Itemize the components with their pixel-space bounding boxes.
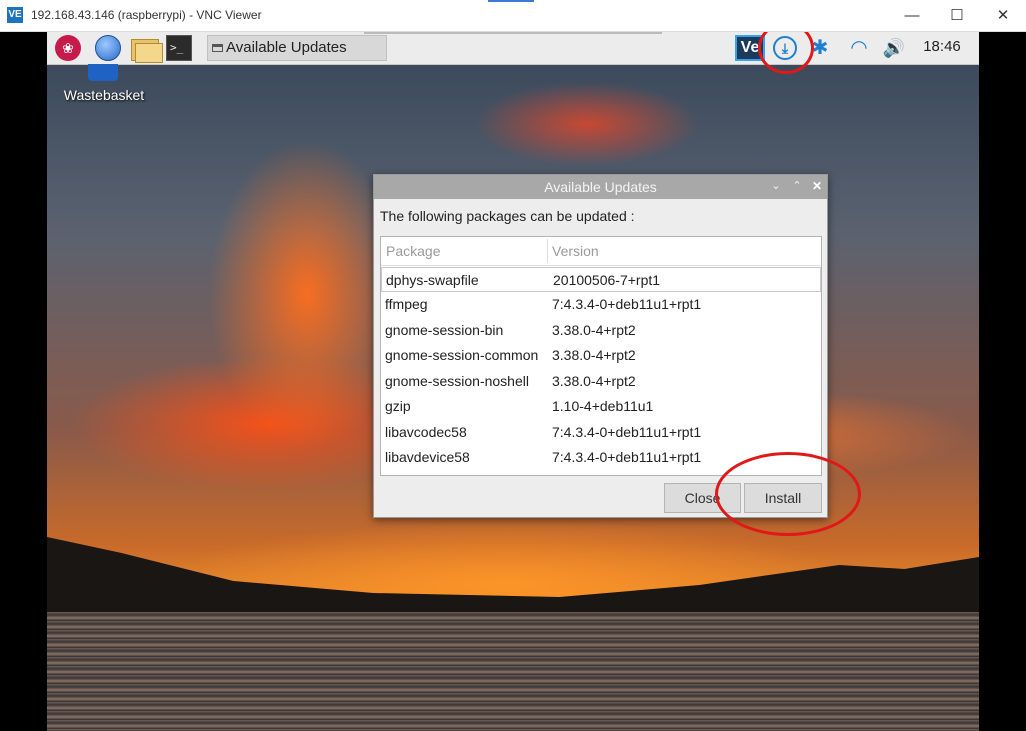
package-row[interactable]: gnome-session-bin 3.38.0-4+rpt2 [381, 318, 821, 343]
titlebar-accent [488, 0, 534, 2]
package-version: 20100506-7+rpt1 [553, 272, 661, 288]
package-row[interactable]: gnome-session-common 3.38.0-4+rpt2 [381, 343, 821, 368]
taskbar-window-button[interactable]: Available Updates [207, 35, 387, 61]
package-name: gnome-session-noshell [385, 373, 529, 389]
package-version: 7:4.3.4-0+deb11u1+rpt1 [552, 296, 702, 312]
file-manager-icon[interactable] [131, 35, 163, 63]
package-name: libavdevice58 [385, 449, 470, 465]
package-list[interactable]: Package Version dphys-swapfile 20100506-… [380, 236, 822, 476]
package-name: gnome-session-common [385, 347, 539, 363]
package-name: ffmpeg [385, 296, 428, 312]
vnc-remote-desktop: ❀ >_ Available Updates Ve ⤓ ✱ ◠ 🔊 18:46 … [47, 32, 979, 731]
dialog-minimize-button[interactable]: ⌄ [769, 178, 783, 194]
column-header-version[interactable]: Version [552, 243, 599, 259]
package-version: 7:4.3.4-0+deb11u1+rpt1 [552, 449, 702, 465]
window-maximize-button[interactable]: ☐ [934, 0, 980, 31]
dialog-message: The following packages can be updated : [380, 208, 635, 224]
window-icon [212, 44, 223, 52]
panel-clock[interactable]: 18:46 [917, 38, 967, 55]
package-version: 3.38.0-4+rpt2 [552, 322, 636, 338]
package-name: libavcodec58 [385, 424, 467, 440]
column-separator [547, 239, 548, 263]
wastebasket-icon[interactable] [88, 64, 118, 81]
wallpaper-water [47, 612, 979, 731]
dialog-maximize-button[interactable]: ⌃ [790, 178, 804, 194]
package-name: dphys-swapfile [386, 272, 479, 288]
package-row[interactable]: gzip 1.10-4+deb11u1 [381, 394, 821, 419]
package-version: 3.38.0-4+rpt2 [552, 347, 636, 363]
package-row[interactable]: ffmpeg 7:4.3.4-0+deb11u1+rpt1 [381, 292, 821, 317]
volume-icon[interactable]: 🔊 [881, 35, 907, 61]
package-version: 7:4.3.4-0+deb11u1+rpt1 [552, 424, 702, 440]
wastebasket-label[interactable]: Wastebasket [61, 87, 147, 103]
package-version: 1.10-4+deb11u1 [552, 398, 654, 414]
package-row[interactable]: dphys-swapfile 20100506-7+rpt1 [381, 267, 821, 292]
column-header-package[interactable]: Package [386, 243, 440, 259]
dialog-titlebar[interactable]: Available Updates ⌄ ⌃ ✕ [374, 175, 827, 199]
dialog-title: Available Updates [544, 179, 657, 195]
package-row[interactable]: gnome-session-noshell 3.38.0-4+rpt2 [381, 369, 821, 394]
annotation-circle-install-button [715, 452, 861, 536]
host-window-title: 192.168.43.146 (raspberrypi) - VNC Viewe… [31, 8, 262, 22]
vnc-viewer-app-icon: VE [7, 7, 23, 23]
raspberry-menu-icon[interactable]: ❀ [55, 35, 81, 61]
rpi-top-panel: ❀ >_ Available Updates Ve ⤓ ✱ ◠ 🔊 18:46 [47, 32, 979, 65]
folder-icon-front [135, 43, 163, 63]
window-minimize-button[interactable]: — [889, 0, 935, 31]
package-name: gnome-session-bin [385, 322, 504, 338]
host-window-titlebar: VE 192.168.43.146 (raspberrypi) - VNC Vi… [0, 0, 1026, 32]
terminal-icon[interactable]: >_ [166, 35, 192, 61]
dialog-close-icon[interactable]: ✕ [810, 178, 824, 194]
package-version: 3.38.0-4+rpt2 [552, 373, 636, 389]
package-list-header: Package Version [381, 237, 821, 266]
taskbar-window-label: Available Updates [226, 39, 347, 56]
panel-ghost-bar [364, 32, 662, 34]
window-close-button[interactable]: ✕ [980, 0, 1026, 31]
wifi-icon[interactable]: ◠ [846, 35, 872, 61]
package-name: gzip [385, 398, 411, 414]
web-browser-icon[interactable] [95, 35, 121, 61]
package-row[interactable]: libavcodec58 7:4.3.4-0+deb11u1+rpt1 [381, 420, 821, 445]
